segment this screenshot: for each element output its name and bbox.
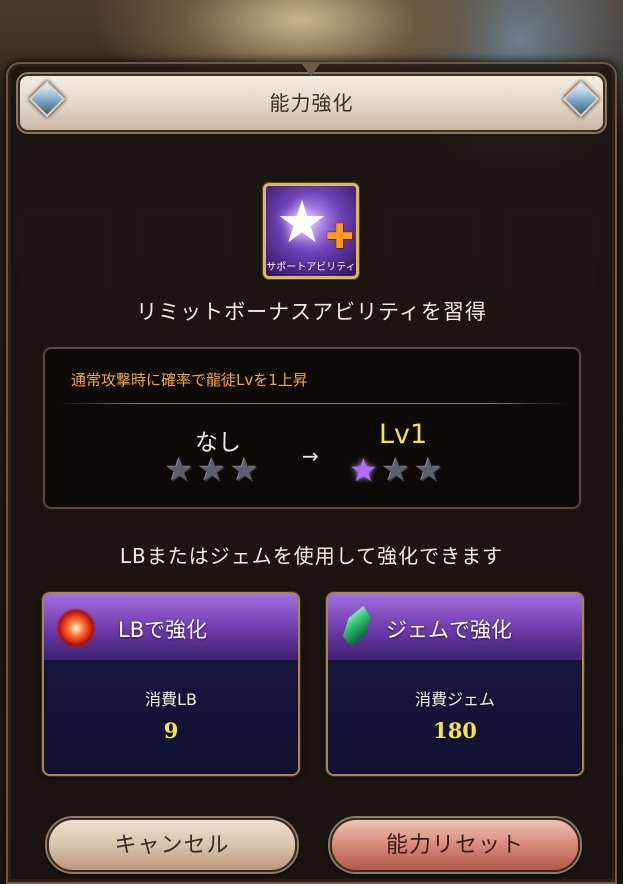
title-ornament-icon [302,64,320,78]
next-level-stars: ★ ★ ★ [349,453,443,487]
support-ability-star-icon: ★ ✚ サポートアビリティ [263,183,359,279]
cancel-button[interactable]: キャンセル [47,818,297,872]
cost-label: 消費ジェム [414,690,495,709]
arrow-right-icon: → [302,444,319,468]
ability-description: 通常攻撃時に確率で龍徒Lvを1上昇 [71,371,308,389]
star-icon: ★ [381,451,411,489]
dialog-title: 能力強化 [269,91,354,115]
reset-ability-button[interactable]: 能力リセット [330,818,580,872]
card-body: 消費ジェム 180 [328,660,582,774]
card-header: ジェムで強化 [328,594,582,661]
card-label: ジェムで強化 [386,618,512,642]
star-icon: ★ [276,188,328,256]
cost-value: 9 [163,718,179,743]
acquire-ability-text: リミットボーナスアビリティを習得 [136,300,487,324]
upgrade-hint: LBまたはジェムを使用して強化できます [119,544,504,568]
next-level: Lv1 [379,419,428,450]
dialog-title-bar: 能力強化 [20,76,603,130]
card-label: LBで強化 [118,618,208,642]
upgrade-with-lb-button[interactable]: LBで強化 消費LB 9 [42,592,300,776]
star-icon-filled: ★ [349,451,378,489]
cost-value: 180 [433,718,477,743]
lb-orb-icon [56,608,96,648]
gem-crystal-icon [340,606,375,646]
cost-label: 消費LB [145,690,197,709]
card-body: 消費LB 9 [44,660,298,774]
star-icon: ★ [230,451,260,489]
ability-info-box: 通常攻撃時に確率で龍徒Lvを1上昇 なし → Lv1 ★ ★ ★ ★ ★ ★ [43,347,581,509]
upgrade-with-gem-button[interactable]: ジェムで強化 消費ジェム 180 [326,592,584,776]
current-level-stars: ★ ★ ★ [165,453,259,487]
ability-icon-caption: サポートアビリティ [266,262,356,273]
divider [59,403,567,404]
star-icon: ★ [165,451,194,489]
star-icon: ★ [197,451,227,489]
star-icon: ★ [414,451,444,489]
card-header: LBで強化 [44,594,298,661]
plus-icon: ✚ [325,217,355,257]
